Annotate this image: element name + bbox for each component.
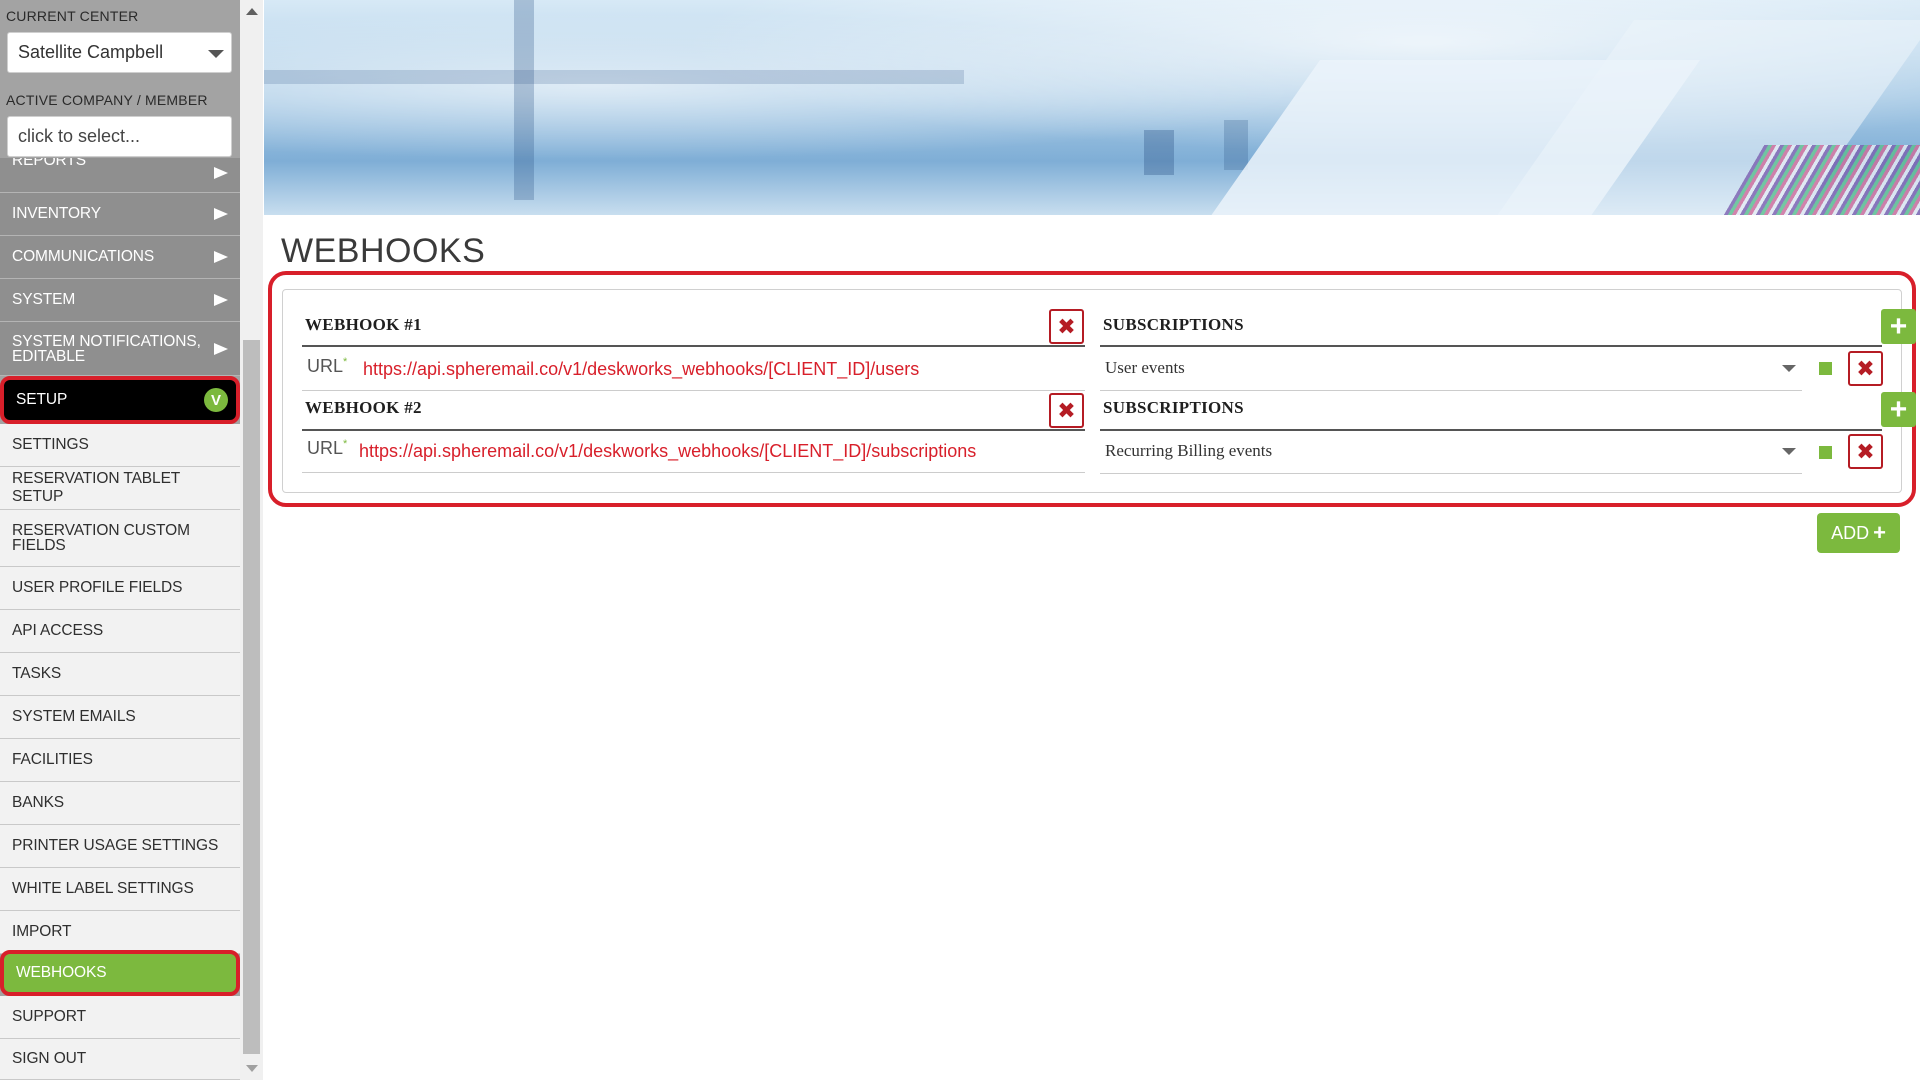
sidebar-item-support[interactable]: SUPPORT: [0, 996, 240, 1039]
delete-subscription-2-button[interactable]: ✖: [1848, 434, 1883, 469]
scroll-up-icon[interactable]: [246, 8, 258, 15]
nav-setup-label: SETUP: [16, 391, 68, 408]
sidebar-item-sign-out[interactable]: SIGN OUT: [0, 1039, 240, 1080]
nav-communications-label: COMMUNICATIONS: [12, 248, 155, 265]
chevron-right-icon: [214, 167, 228, 179]
sidebar-item-banks[interactable]: BANKS: [0, 782, 240, 825]
sidebar-item-label: IMPORT: [12, 923, 72, 940]
sidebar-item-import[interactable]: IMPORT: [0, 911, 240, 954]
nav-system[interactable]: SYSTEM: [0, 279, 240, 322]
chevron-down-icon: [208, 50, 224, 58]
nav-system-label: SYSTEM: [12, 291, 76, 308]
sidebar-item-webhooks[interactable]: WEBHOOKS: [0, 950, 240, 996]
sidebar-item-label: SIGN OUT: [12, 1050, 87, 1067]
sidebar-item-api-access[interactable]: API ACCESS: [0, 610, 240, 653]
sidebar-item-label: WEBHOOKS: [16, 964, 107, 981]
close-icon: ✖: [1856, 355, 1875, 381]
nav-reports[interactable]: REPORTS: [0, 158, 240, 193]
nav-reports-label: REPORTS: [12, 158, 86, 169]
sidebar-item-reservation-tablet-setup[interactable]: RESERVATION TABLET SETUP: [0, 467, 240, 510]
sidebar: CURRENT CENTER Satellite Campbell ACTIVE…: [0, 0, 240, 1080]
sidebar-item-label: TASKS: [12, 665, 62, 682]
active-company-select[interactable]: click to select...: [7, 116, 232, 157]
nav-setup[interactable]: SETUP V: [0, 376, 240, 424]
nav-inventory[interactable]: INVENTORY: [0, 193, 240, 236]
sidebar-item-tasks[interactable]: TASKS: [0, 653, 240, 696]
close-icon: ✖: [1856, 438, 1875, 464]
add-webhook-button[interactable]: ADD +: [1817, 513, 1900, 553]
webhook-2-url-field[interactable]: https://api.spheremail.co/v1/deskworks_w…: [359, 441, 976, 462]
sidebar-item-label: FACILITIES: [12, 751, 93, 768]
plus-icon: +: [1889, 309, 1908, 343]
sidebar-item-printer-usage-settings[interactable]: PRINTER USAGE SETTINGS: [0, 825, 240, 868]
chevron-right-icon: [214, 294, 228, 306]
webhook-2-subscriptions-label: SUBSCRIPTIONS: [1103, 398, 1244, 417]
webhooks-panel: [282, 289, 1902, 493]
delete-webhook-2-button[interactable]: ✖: [1049, 393, 1084, 428]
page-title: WEBHOOKS: [281, 232, 486, 270]
webhook-1-subscription-select[interactable]: User events: [1105, 358, 1185, 378]
chevron-down-icon[interactable]: [1782, 365, 1796, 372]
current-center-value: Satellite Campbell: [18, 42, 164, 62]
webhook-1-subscriptions-label: SUBSCRIPTIONS: [1103, 315, 1244, 334]
sidebar-item-facilities[interactable]: FACILITIES: [0, 739, 240, 782]
sidebar-item-label: RESERVATION TABLET SETUP: [12, 470, 180, 505]
subscription-2-status-indicator: [1819, 446, 1832, 459]
webhook-2-url-label: URL*: [307, 438, 348, 458]
nav-system-notifications[interactable]: SYSTEM NOTIFICATIONS, EDITABLE: [0, 322, 240, 376]
delete-webhook-1-button[interactable]: ✖: [1049, 309, 1084, 344]
current-center-label: CURRENT CENTER: [6, 8, 139, 24]
close-icon: ✖: [1057, 397, 1076, 423]
webhook-1-url-label: URL*: [307, 356, 348, 376]
add-subscription-1-button[interactable]: +: [1881, 309, 1916, 344]
sidebar-item-label: RESERVATION CUSTOM FIELDS: [12, 522, 190, 554]
plus-icon: +: [1889, 392, 1908, 426]
active-company-label: ACTIVE COMPANY / MEMBER: [6, 92, 208, 108]
nav-inventory-label: INVENTORY: [12, 205, 101, 222]
chevron-down-icon[interactable]: [1782, 448, 1796, 455]
plus-icon: +: [1873, 520, 1886, 545]
sidebar-item-label: SYSTEM EMAILS: [12, 708, 136, 725]
chevron-right-icon: [214, 343, 228, 355]
webhook-1-title: WEBHOOK #1: [305, 315, 422, 334]
active-company-placeholder: click to select...: [18, 126, 141, 146]
add-subscription-2-button[interactable]: +: [1881, 392, 1916, 427]
subscription-1-status-indicator: [1819, 362, 1832, 375]
sidebar-item-label: API ACCESS: [12, 622, 104, 639]
sidebar-item-system-emails[interactable]: SYSTEM EMAILS: [0, 696, 240, 739]
chevron-down-circle-icon: V: [204, 388, 228, 412]
sidebar-item-label: BANKS: [12, 794, 65, 811]
scroll-down-icon[interactable]: [246, 1065, 258, 1072]
header-banner-image: [264, 0, 1920, 215]
sidebar-item-reservation-custom-fields[interactable]: RESERVATION CUSTOM FIELDS: [0, 510, 240, 567]
chevron-right-icon: [214, 251, 228, 263]
sidebar-item-white-label-settings[interactable]: WHITE LABEL SETTINGS: [0, 868, 240, 911]
nav-communications[interactable]: COMMUNICATIONS: [0, 236, 240, 279]
sidebar-item-label: SETTINGS: [12, 436, 89, 453]
sidebar-item-label: WHITE LABEL SETTINGS: [12, 880, 194, 897]
close-icon: ✖: [1057, 313, 1076, 339]
current-center-select[interactable]: Satellite Campbell: [7, 32, 232, 73]
chevron-right-icon: [214, 208, 228, 220]
sidebar-item-label: PRINTER USAGE SETTINGS: [12, 837, 219, 854]
add-button-label: ADD: [1831, 522, 1870, 543]
sidebar-item-label: SUPPORT: [12, 1008, 86, 1025]
webhook-1-url-field[interactable]: https://api.spheremail.co/v1/deskworks_w…: [363, 359, 919, 380]
delete-subscription-1-button[interactable]: ✖: [1848, 351, 1883, 386]
sidebar-scrollbar[interactable]: [240, 0, 263, 1080]
sidebar-item-user-profile-fields[interactable]: USER PROFILE FIELDS: [0, 567, 240, 610]
webhook-2-title: WEBHOOK #2: [305, 398, 422, 417]
scroll-thumb[interactable]: [243, 340, 260, 1054]
sidebar-item-settings[interactable]: SETTINGS: [0, 424, 240, 467]
webhook-2-subscription-select[interactable]: Recurring Billing events: [1105, 441, 1272, 461]
sidebar-item-label: USER PROFILE FIELDS: [12, 579, 183, 596]
nav-system-notifications-label: SYSTEM NOTIFICATIONS, EDITABLE: [12, 332, 201, 365]
